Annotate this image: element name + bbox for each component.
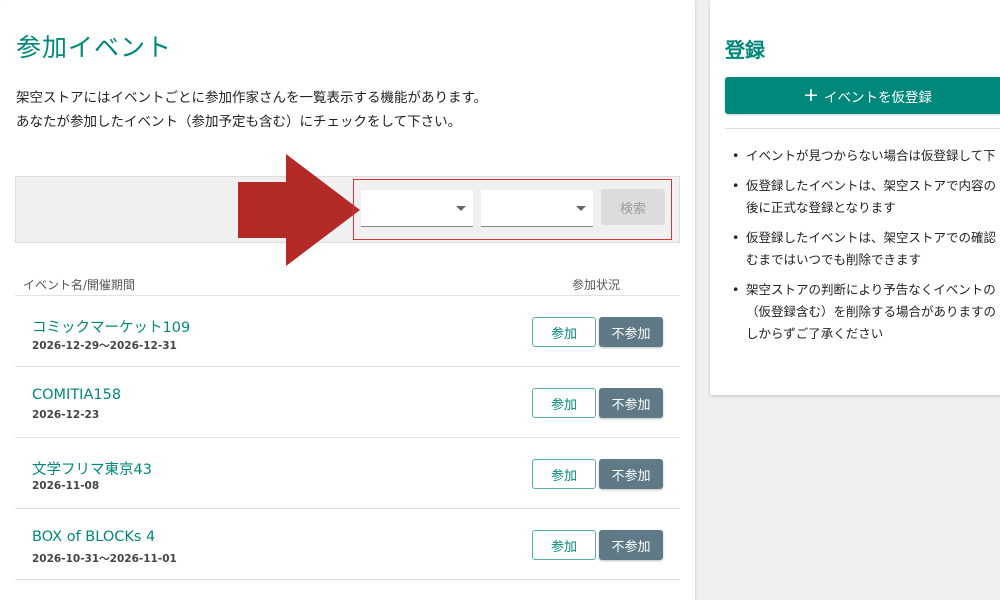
event-date: 2026-10-31～2026-11-01 [32,553,177,565]
join-button[interactable]: 参加 [532,530,596,560]
note-line: イベントが見つからない場合は仮登録して下 [746,148,996,163]
note-item: • 仮登録したイベントは、架空ストアで内容の 後に正式な登録となります [732,175,1000,219]
note-line: 後に正式な登録となります [746,200,896,215]
decline-button[interactable]: 不参加 [599,530,663,560]
column-header-event-name: イベント名/開催期間 [23,278,136,292]
plus-icon: + [803,84,819,106]
note-line: 仮登録したイベントは、架空ストアでの確認 [746,230,997,245]
event-name-link[interactable]: COMITIA158 [32,387,121,403]
side-title: 登録 [725,38,765,62]
note-line: 仮登録したイベントは、架空ストアで内容の [746,178,997,193]
note-line: しからずご了承ください [746,326,884,341]
event-name-link[interactable]: コミックマーケット109 [32,316,190,337]
column-header-status: 参加状況 [572,278,621,292]
event-row: 文学フリマ東京43 2026-11-08 参加 不参加 [15,438,680,509]
note-line: 架空ストアの判断により予告なくイベントの [746,282,996,297]
bullet-icon: • [732,178,740,193]
event-row: COMITIA158 2026-12-23 参加 不参加 [15,367,680,438]
event-participation-panel: 参加イベント 架空ストアにはイベントごとに参加作家さんを一覧表示する機能がありま… [0,0,695,600]
event-name-link[interactable]: 文学フリマ東京43 [32,458,152,479]
notes-list: • イベントが見つからない場合は仮登録して下 • 仮登録したイベントは、架空ストアで… [732,145,1000,353]
provisional-register-button[interactable]: + イベントを仮登録 [725,77,1000,114]
event-date: 2026-12-23 [32,409,100,421]
event-row: コミックマーケット109 2026-12-29～2026-12-31 参加 不参… [15,296,680,367]
note-line: （仮登録含む）を削除する場合がありますの [746,304,997,319]
note-item: • イベントが見つからない場合は仮登録して下 [732,145,1000,167]
search-button[interactable]: 検索 [601,189,665,225]
event-year-select[interactable] [361,190,473,227]
description-line: 架空ストアにはイベントごとに参加作家さんを一覧表示する機能があります。 [16,90,488,106]
bullet-icon: • [732,148,740,163]
description-line: あなたが参加したイベント（参加予定も含む）にチェックをして下さい。 [16,114,462,130]
caret-down-icon [456,206,466,211]
description: 架空ストアにはイベントごとに参加作家さんを一覧表示する機能があります。 あなたが… [16,86,487,134]
caret-down-icon [576,206,586,211]
arrow-right-icon [238,154,360,266]
divider [725,128,1000,129]
event-month-select[interactable] [481,190,593,227]
decline-button[interactable]: 不参加 [599,388,663,418]
bullet-icon: • [732,282,740,297]
decline-button[interactable]: 不参加 [599,317,663,347]
list-header: イベント名/開催期間 参加状況 [15,276,680,296]
registration-panel: 登録 + イベントを仮登録 • イベントが見つからない場合は仮登録して下 • 仮登録… [710,0,1000,395]
join-button[interactable]: 参加 [532,459,596,489]
page-title: 参加イベント [16,33,173,62]
event-name-link[interactable]: BOX of BLOCKs 4 [32,529,155,545]
note-item: • 架空ストアの判断により予告なくイベントの （仮登録含む）を削除する場合があります… [732,279,1000,345]
event-date: 2026-11-08 [32,480,100,492]
join-button[interactable]: 参加 [532,388,596,418]
event-row: BOX of BLOCKs 4 2026-10-31～2026-11-01 参加… [15,509,680,580]
decline-button[interactable]: 不参加 [599,459,663,489]
register-button-label: イベントを仮登録 [823,89,932,106]
join-button[interactable]: 参加 [532,317,596,347]
event-date: 2026-12-29～2026-12-31 [32,340,177,352]
bullet-icon: • [732,230,740,245]
note-item: • 仮登録したイベントは、架空ストアでの確認 むまではいつでも削除できます [732,227,1000,271]
note-line: むまではいつでも削除できます [746,252,922,267]
